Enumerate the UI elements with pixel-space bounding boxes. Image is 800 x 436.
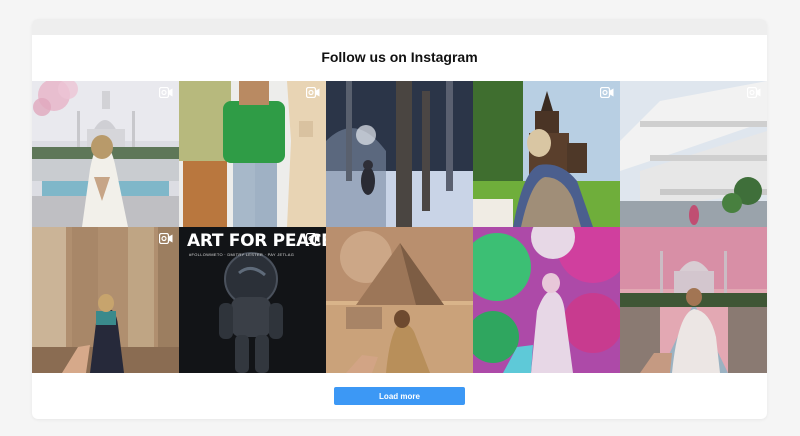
instagram-post-7[interactable]: ART FOR PEACE #FOLLOWMETO · DMITRY LESTE…	[179, 227, 326, 373]
instagram-feed-widget: Follow us on Instagram ART FOR PEACE #FO…	[32, 19, 767, 419]
post-image	[32, 227, 179, 373]
instagram-post-3[interactable]	[326, 81, 473, 227]
card-header-bar	[32, 19, 767, 35]
post-image	[620, 227, 767, 373]
post-image	[326, 227, 473, 373]
reel-icon	[600, 87, 614, 98]
instagram-post-1[interactable]	[32, 81, 179, 227]
reel-icon	[306, 233, 320, 244]
instagram-post-4[interactable]	[473, 81, 620, 227]
instagram-post-5[interactable]	[620, 81, 767, 227]
post-image	[32, 81, 179, 227]
instagram-post-6[interactable]	[32, 227, 179, 373]
post-image	[473, 227, 620, 373]
reel-icon	[747, 87, 761, 98]
instagram-post-9[interactable]	[473, 227, 620, 373]
instagram-post-10[interactable]	[620, 227, 767, 373]
reel-icon	[306, 87, 320, 98]
post-image	[326, 81, 473, 227]
reel-icon	[159, 87, 173, 98]
instagram-post-grid: ART FOR PEACE #FOLLOWMETO · DMITRY LESTE…	[32, 81, 767, 373]
reel-icon	[159, 233, 173, 244]
post-overlay-title: ART FOR PEACE	[187, 231, 326, 251]
instagram-post-2[interactable]	[179, 81, 326, 227]
instagram-post-8[interactable]	[326, 227, 473, 373]
post-image	[620, 81, 767, 227]
post-image	[473, 81, 620, 227]
load-more-button[interactable]: Load more	[334, 387, 465, 405]
post-overlay-credits: #FOLLOWMETO · DMITRY LESTER · PAY JETLAG	[189, 252, 295, 257]
widget-title: Follow us on Instagram	[321, 49, 478, 65]
post-image	[179, 81, 326, 227]
